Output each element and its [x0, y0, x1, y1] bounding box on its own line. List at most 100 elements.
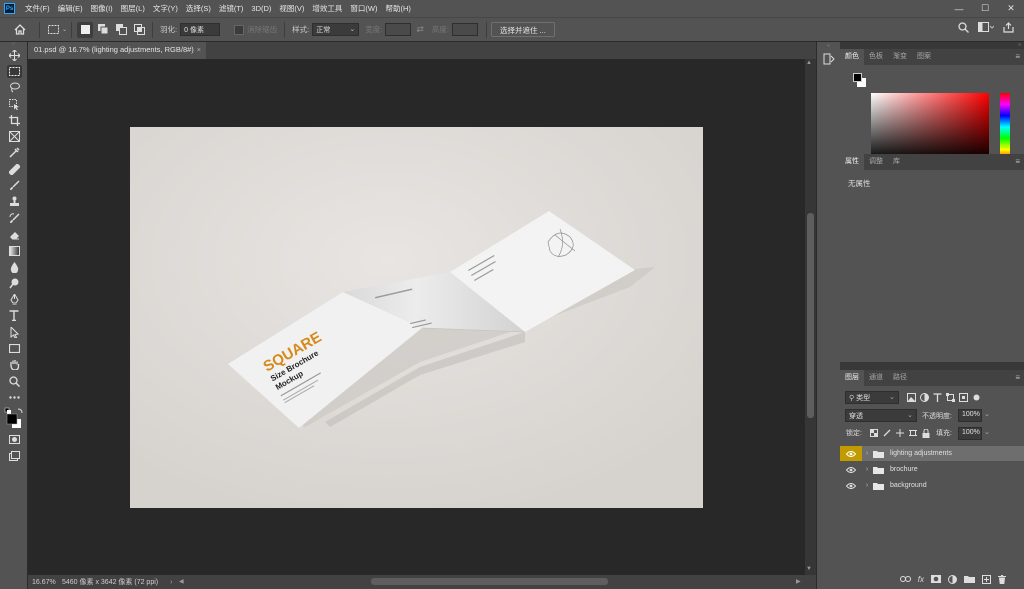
rectangle-tool[interactable]	[0, 340, 28, 356]
menu-help[interactable]: 帮助(H)	[382, 3, 415, 14]
tab-color[interactable]: 颜色	[840, 49, 864, 65]
menu-type[interactable]: 文字(Y)	[149, 3, 182, 14]
search-icon[interactable]	[958, 22, 969, 33]
menu-plugins[interactable]: 增效工具	[308, 3, 346, 14]
select-and-mask-button[interactable]: 选择并遮住 ...	[490, 22, 555, 37]
swap-icon[interactable]: ⇄	[416, 24, 424, 35]
style-select[interactable]: 正常 ⌄	[312, 23, 360, 36]
fill-input[interactable]: 100%	[958, 427, 982, 440]
opacity-chevron-icon[interactable]: ⌄	[984, 410, 990, 418]
menu-layer[interactable]: 图层(L)	[117, 3, 149, 14]
collapse-strip-icon[interactable]: «	[817, 43, 840, 49]
layer-row-lighting-adjustments[interactable]: › lighting adjustments	[840, 446, 1024, 461]
hand-tool[interactable]	[0, 357, 28, 373]
eyedropper-tool[interactable]	[0, 145, 28, 161]
width-input[interactable]	[385, 23, 412, 36]
dodge-tool[interactable]	[0, 275, 28, 291]
layer-name[interactable]: background	[890, 482, 927, 489]
canvas-area[interactable]: SQUARE Size Brochure Mockup	[28, 59, 805, 575]
more-tools[interactable]	[0, 389, 28, 405]
delete-layer-icon[interactable]	[998, 574, 1006, 584]
opacity-input[interactable]: 100%	[958, 409, 982, 422]
share-icon[interactable]	[1003, 22, 1014, 33]
quick-mask-button[interactable]	[0, 432, 28, 448]
tab-patterns[interactable]: 图案	[912, 49, 936, 65]
scroll-left-icon[interactable]: ◀	[179, 578, 184, 585]
tab-properties[interactable]: 属性	[840, 154, 864, 170]
menu-image[interactable]: 图像(I)	[87, 3, 117, 14]
add-mask-icon[interactable]	[931, 575, 941, 583]
filter-smart-object-icon[interactable]	[959, 393, 968, 402]
home-icon[interactable]	[12, 22, 28, 38]
color-swatches[interactable]	[0, 406, 28, 432]
close-window-button[interactable]: ✕	[998, 0, 1024, 17]
status-menu-icon[interactable]: ›	[170, 579, 172, 586]
layer-row-background[interactable]: › background	[840, 478, 1024, 493]
new-layer-icon[interactable]	[982, 574, 991, 584]
tab-swatches[interactable]: 色板	[864, 49, 888, 65]
path-selection-tool[interactable]	[0, 324, 28, 340]
menu-3d[interactable]: 3D(D)	[247, 4, 275, 13]
menu-file[interactable]: 文件(F)	[21, 3, 54, 14]
layer-style-fx-icon[interactable]: fx	[918, 575, 924, 584]
gradient-tool[interactable]	[0, 243, 28, 259]
scroll-up-icon[interactable]: ▲	[806, 60, 812, 66]
filter-pixel-icon[interactable]	[907, 393, 916, 402]
new-selection-icon[interactable]	[77, 21, 94, 38]
lock-artboard-icon[interactable]	[909, 429, 917, 438]
collapse-dock-icon[interactable]: »	[1018, 42, 1021, 48]
crop-tool[interactable]	[0, 112, 28, 128]
preset-chevron-icon[interactable]: ⌄	[62, 26, 67, 33]
add-selection-icon[interactable]	[95, 22, 111, 38]
close-tab-icon[interactable]: ×	[197, 45, 201, 54]
tab-gradients[interactable]: 渐变	[888, 49, 912, 65]
type-tool[interactable]	[0, 308, 28, 324]
layer-visibility-eye-icon[interactable]	[840, 446, 862, 461]
clone-stamp-tool[interactable]	[0, 194, 28, 210]
link-layers-icon[interactable]	[899, 576, 911, 582]
subtract-selection-icon[interactable]	[113, 22, 129, 38]
menu-view[interactable]: 视图(V)	[275, 3, 308, 14]
healing-brush-tool[interactable]	[0, 161, 28, 177]
screen-mode-button[interactable]	[0, 448, 28, 464]
lock-all-icon[interactable]	[922, 429, 930, 438]
layer-name[interactable]: lighting adjustments	[890, 450, 952, 457]
frame-tool[interactable]	[0, 128, 28, 144]
zoom-level[interactable]: 16.67%	[32, 579, 60, 586]
minimize-button[interactable]: —	[946, 0, 972, 17]
antialias-checkbox[interactable]	[234, 24, 245, 35]
filter-adjustment-icon[interactable]	[920, 393, 929, 402]
foreground-color-swatch[interactable]	[853, 73, 862, 82]
object-selection-tool[interactable]	[0, 96, 28, 112]
layer-expand-chevron-icon[interactable]: ›	[862, 482, 872, 489]
height-input[interactable]	[451, 23, 478, 36]
menu-window[interactable]: 窗口(W)	[346, 3, 381, 14]
marquee-tool[interactable]	[0, 63, 28, 79]
vertical-scroll-thumb[interactable]	[807, 213, 814, 418]
layer-expand-chevron-icon[interactable]: ›	[862, 466, 872, 473]
zoom-tool[interactable]	[0, 373, 28, 389]
color-picker-field[interactable]	[871, 93, 989, 161]
pen-tool[interactable]	[0, 291, 28, 307]
scroll-down-icon[interactable]: ▼	[806, 566, 812, 572]
workspace-icon[interactable]	[978, 22, 994, 33]
tab-paths[interactable]: 路径	[888, 370, 912, 386]
hue-slider[interactable]	[1000, 93, 1010, 161]
layer-visibility-eye-icon[interactable]	[840, 462, 862, 477]
layer-row-brochure[interactable]: › brochure	[840, 462, 1024, 477]
blur-tool[interactable]	[0, 259, 28, 275]
blend-mode-select[interactable]: 穿透 ⌄	[845, 409, 917, 422]
layer-expand-chevron-icon[interactable]: ›	[862, 450, 872, 457]
layers-panel-menu-icon[interactable]: ≡	[1015, 373, 1020, 382]
menu-filter[interactable]: 滤镜(T)	[215, 3, 248, 14]
tab-libraries[interactable]: 库	[888, 154, 905, 170]
history-panel-icon[interactable]	[823, 53, 840, 65]
eraser-tool[interactable]	[0, 226, 28, 242]
lasso-tool[interactable]	[0, 80, 28, 96]
history-brush-tool[interactable]	[0, 210, 28, 226]
adjustment-layer-icon[interactable]	[948, 574, 957, 584]
tab-adjustments[interactable]: 调整	[864, 154, 888, 170]
filter-toggle-icon[interactable]	[972, 393, 981, 402]
color-panel-menu-icon[interactable]: ≡	[1015, 52, 1020, 61]
intersect-selection-icon[interactable]	[131, 22, 147, 38]
